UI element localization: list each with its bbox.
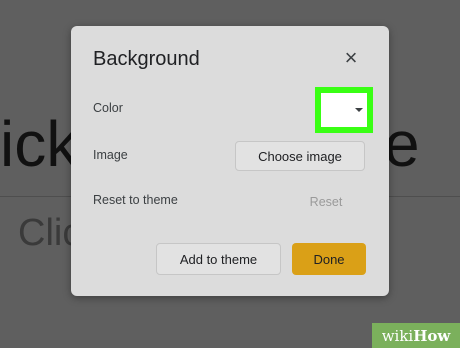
- slide-title-fragment-right: e: [384, 108, 420, 180]
- caret-down-icon: [355, 108, 363, 112]
- dialog-title: Background: [93, 48, 200, 70]
- add-to-theme-button[interactable]: Add to theme: [156, 243, 281, 275]
- done-button[interactable]: Done: [292, 243, 366, 275]
- background-dialog: Background × Color Image Choose image Re…: [71, 26, 389, 296]
- wikihow-watermark: wiki How: [372, 323, 460, 348]
- slide-title-fragment: ick: [0, 108, 79, 180]
- color-swatch-dropdown[interactable]: [321, 93, 367, 127]
- color-picker-highlight[interactable]: [315, 87, 373, 133]
- color-label: Color: [93, 101, 123, 115]
- watermark-how: How: [413, 326, 451, 345]
- reset-button[interactable]: Reset: [295, 190, 357, 214]
- close-icon[interactable]: ×: [339, 46, 363, 70]
- choose-image-button[interactable]: Choose image: [235, 141, 365, 171]
- image-label: Image: [93, 148, 128, 162]
- watermark-wiki: wiki: [381, 326, 414, 345]
- reset-to-theme-label: Reset to theme: [93, 193, 178, 207]
